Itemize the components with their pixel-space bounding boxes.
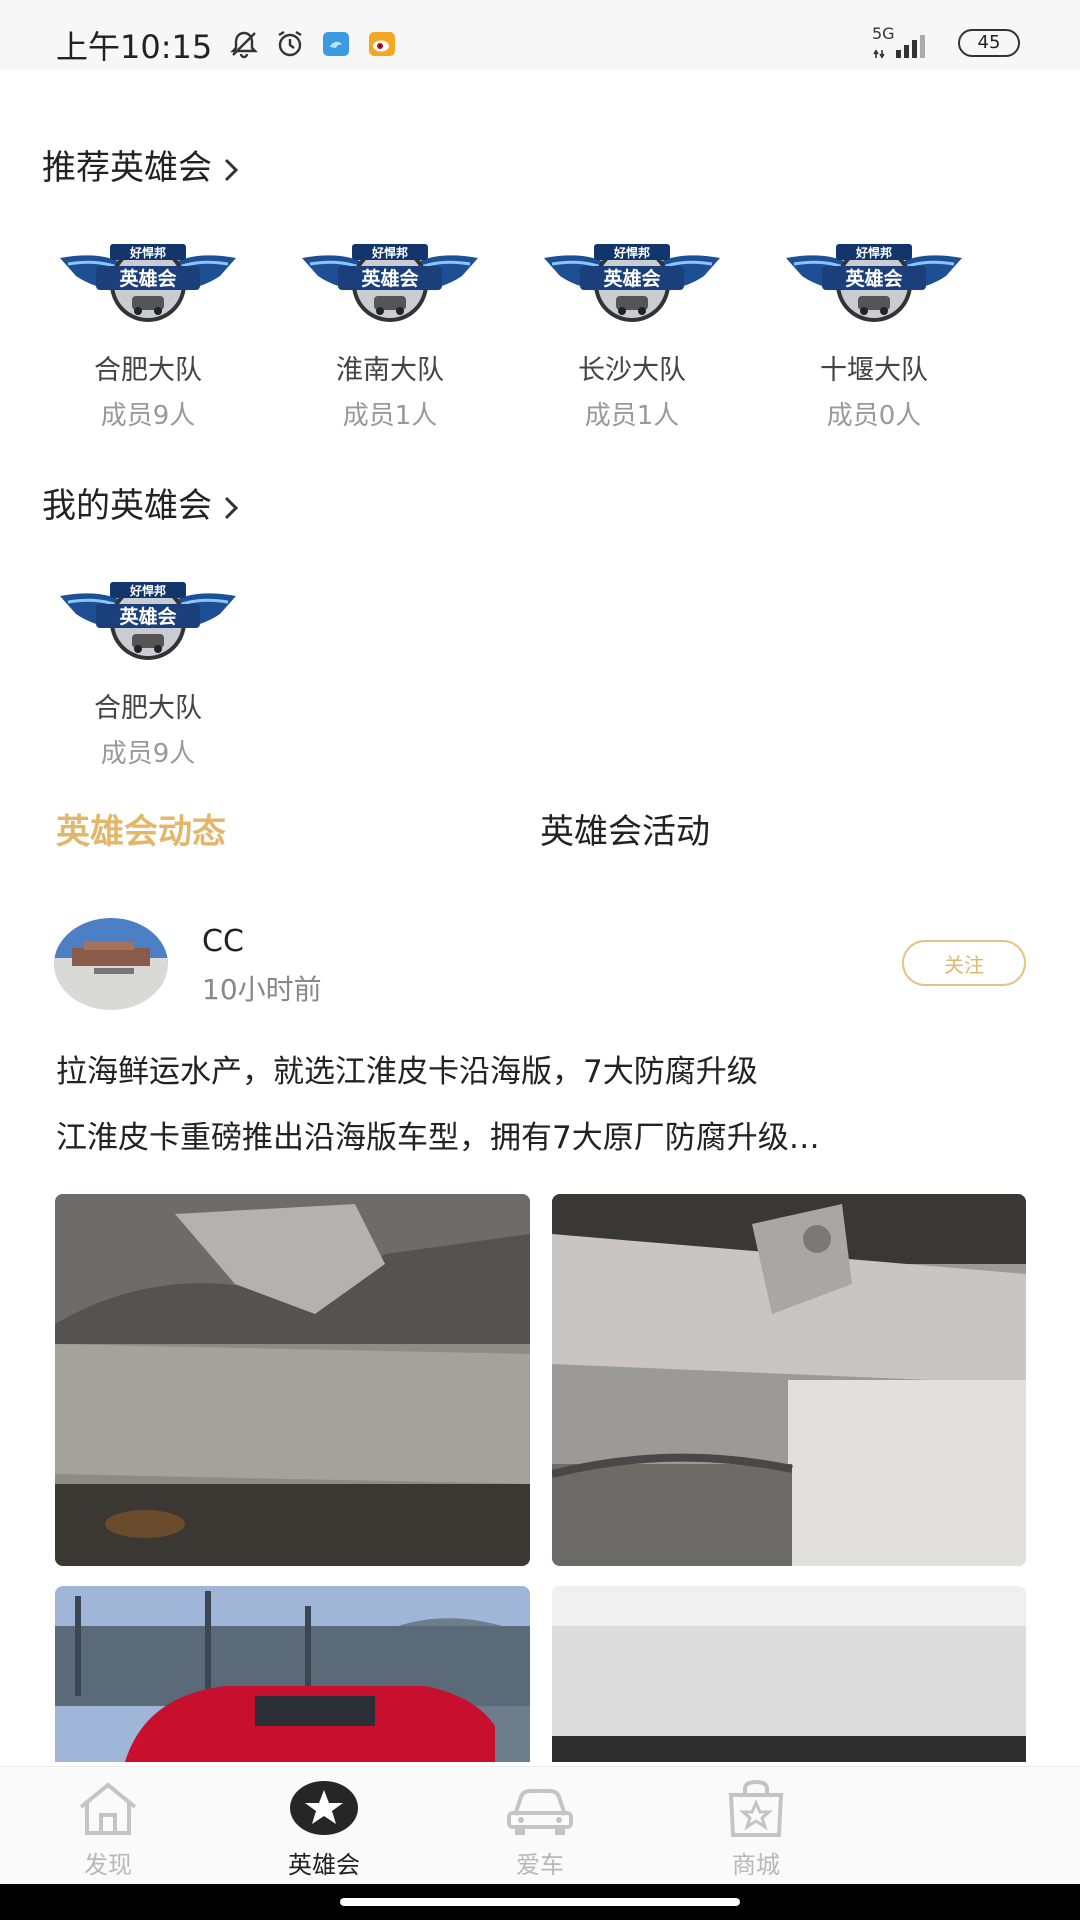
- club-card[interactable]: 好悍邦 英雄会 淮南大队 成员1人: [302, 236, 478, 432]
- my-clubs-title: 我的英雄会: [42, 486, 212, 526]
- club-logo: 好悍邦 英雄会: [60, 244, 236, 322]
- club-member-count: 成员9人: [100, 401, 196, 431]
- post-photo[interactable]: [55, 1194, 530, 1566]
- club-name: 合肥大队: [94, 693, 202, 724]
- battery-indicator: 45: [958, 29, 1020, 57]
- svg-text:好悍邦: 好悍邦: [129, 583, 166, 598]
- svg-text:英雄会: 英雄会: [119, 605, 176, 628]
- svg-text:英雄会: 英雄会: [361, 267, 418, 290]
- post-header: CC 10小时前 关注: [54, 918, 1026, 1010]
- svg-text:英雄会: 英雄会: [119, 267, 176, 290]
- club-card[interactable]: 好悍邦 英雄会 合肥大队 成员9人: [60, 574, 236, 770]
- club-member-count: 成员9人: [100, 739, 196, 769]
- svg-text:好悍邦: 好悍邦: [855, 245, 892, 260]
- status-bar: 上午10:15 5G 45: [0, 0, 1080, 70]
- club-member-count: 成员1人: [584, 401, 680, 431]
- club-card[interactable]: 好悍邦 英雄会 长沙大队 成员1人: [544, 236, 720, 432]
- signal-icon: 5G: [872, 26, 942, 60]
- nav-label: 发现: [84, 1851, 132, 1879]
- post-excerpt[interactable]: 江淮皮卡重磅推出沿海版车型，拥有7大原厂防腐升级…: [56, 1112, 1016, 1157]
- alarm-icon: [274, 28, 306, 60]
- club-name: 长沙大队: [578, 355, 686, 386]
- post-title[interactable]: 拉海鲜运水产，就选江淮皮卡沿海版，7大防腐升级: [56, 1046, 758, 1091]
- nav-label: 爱车: [516, 1851, 564, 1879]
- club-logo: 好悍邦 英雄会: [786, 244, 962, 322]
- club-name: 淮南大队: [336, 355, 444, 386]
- nav-item-my-car[interactable]: 爱车: [480, 1779, 600, 1880]
- feed-tabs: 英雄会动态 英雄会活动: [0, 800, 1080, 853]
- status-time: 上午10:15: [56, 28, 213, 66]
- shopping-bag-icon: [728, 1779, 784, 1837]
- svg-text:好悍邦: 好悍邦: [129, 245, 166, 260]
- bottom-navigation: 发现 英雄会 爱车 商城: [0, 1766, 1080, 1884]
- chevron-right-icon: [220, 492, 242, 519]
- avatar[interactable]: [54, 918, 168, 1010]
- post-username[interactable]: CC: [202, 924, 244, 959]
- nav-item-discover[interactable]: 发现: [48, 1779, 168, 1880]
- status-system-icons: 5G 45: [872, 26, 1020, 60]
- club-name: 合肥大队: [94, 355, 202, 386]
- app-badge-blue-icon: [320, 28, 352, 60]
- club-card[interactable]: 好悍邦 英雄会 合肥大队 成员9人: [60, 236, 236, 432]
- status-notification-icons: [228, 28, 398, 60]
- club-member-count: 成员0人: [826, 401, 922, 431]
- club-card[interactable]: 好悍邦 英雄会 十堰大队 成员0人: [786, 236, 962, 432]
- my-clubs-section-header[interactable]: 我的英雄会: [42, 478, 242, 527]
- svg-text:好悍邦: 好悍邦: [613, 245, 650, 260]
- nav-label: 英雄会: [288, 1851, 360, 1879]
- recommended-clubs-list: 好悍邦 英雄会 合肥大队 成员9人 好悍邦 英雄会 淮南大队 成员1人 好悍邦 …: [60, 236, 962, 432]
- nav-label: 商城: [732, 1851, 780, 1879]
- home-icon: [79, 1782, 137, 1835]
- club-member-count: 成员1人: [342, 401, 438, 431]
- nav-item-hero-club[interactable]: 英雄会: [264, 1779, 384, 1880]
- tab-club-feed[interactable]: 英雄会动态: [56, 804, 226, 853]
- tab-club-events[interactable]: 英雄会活动: [540, 804, 710, 853]
- nav-item-mall[interactable]: 商城: [696, 1779, 816, 1880]
- weibo-icon: [366, 28, 398, 60]
- club-logo: 好悍邦 英雄会: [60, 582, 236, 660]
- post-photo[interactable]: [55, 1586, 530, 1762]
- car-icon: [507, 1789, 573, 1835]
- svg-text:英雄会: 英雄会: [603, 267, 660, 290]
- club-logo: 好悍邦 英雄会: [302, 244, 478, 322]
- recommended-title: 推荐英雄会: [42, 148, 212, 188]
- my-clubs-list: 好悍邦 英雄会 合肥大队 成员9人: [60, 574, 236, 770]
- recommended-section-header[interactable]: 推荐英雄会: [42, 140, 242, 189]
- star-icon: [290, 1781, 358, 1835]
- svg-text:英雄会: 英雄会: [845, 267, 902, 290]
- chevron-right-icon: [220, 154, 242, 181]
- home-indicator[interactable]: [340, 1898, 740, 1906]
- post-photo[interactable]: [552, 1586, 1026, 1762]
- svg-text:好悍邦: 好悍邦: [371, 245, 408, 260]
- club-logo: 好悍邦 英雄会: [544, 244, 720, 322]
- club-name: 十堰大队: [820, 355, 928, 386]
- post-photo[interactable]: [552, 1194, 1026, 1566]
- bell-off-icon: [228, 28, 260, 60]
- post-timestamp: 10小时前: [202, 973, 322, 1006]
- follow-button[interactable]: 关注: [902, 940, 1026, 986]
